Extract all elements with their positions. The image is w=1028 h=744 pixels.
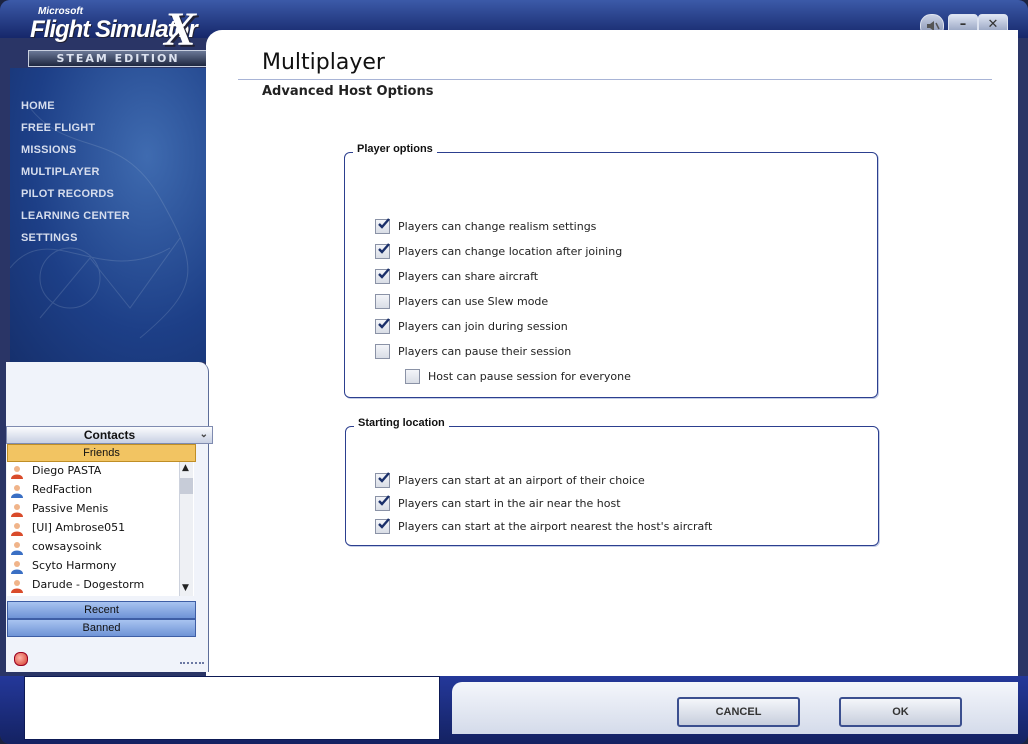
checkbox[interactable]	[375, 242, 390, 259]
checkbox[interactable]	[405, 368, 420, 384]
friends-list: Diego PASTA RedFaction Passive Menis [UI…	[7, 462, 194, 596]
friend-name: Scyto Harmony	[32, 559, 117, 572]
option-label: Players can pause their session	[398, 344, 572, 358]
checkbox[interactable]	[375, 293, 390, 309]
status-dot-icon[interactable]	[14, 652, 28, 666]
checkbox[interactable]	[375, 343, 390, 359]
player-options-label: Player options	[353, 143, 437, 155]
user-avatar-icon	[10, 521, 24, 536]
list-item[interactable]: [UI] Ambrose051	[7, 519, 179, 538]
nav-item-missions[interactable]: MISSIONS	[21, 144, 76, 156]
user-avatar-icon	[10, 483, 24, 498]
checkbox[interactable]	[375, 317, 390, 334]
option-label: Players can change location after joinin…	[398, 244, 623, 258]
option-share-aircraft[interactable]: Players can share aircraft	[375, 267, 538, 285]
checkbox[interactable]	[375, 471, 390, 488]
option-start-airport-choice[interactable]: Players can start at an airport of their…	[375, 471, 645, 489]
option-label: Players can use Slew mode	[398, 294, 549, 308]
option-start-nearest-airport[interactable]: Players can start at the airport nearest…	[375, 517, 712, 535]
nav-item-settings[interactable]: SETTINGS	[21, 232, 78, 244]
option-label: Players can share aircraft	[398, 269, 539, 283]
resize-grip-icon[interactable]	[180, 662, 204, 667]
list-item[interactable]: Darude - Dogestorm	[7, 576, 179, 595]
checkmark-icon	[378, 242, 390, 254]
user-avatar-icon	[10, 540, 24, 555]
option-label: Players can start in the air near the ho…	[398, 496, 621, 510]
user-avatar-icon	[10, 502, 24, 517]
logo-x: X	[164, 3, 197, 56]
friend-name: cowsaysoink	[32, 540, 102, 553]
option-label: Players can change realism settings	[398, 219, 597, 233]
option-label: Host can pause session for everyone	[428, 369, 631, 383]
option-change-location[interactable]: Players can change location after joinin…	[375, 242, 622, 260]
list-item[interactable]: cowsaysoink	[7, 538, 179, 557]
nav-item-pilot-records[interactable]: PILOT RECORDS	[21, 188, 114, 200]
nav-item-home[interactable]: HOME	[21, 100, 55, 112]
title-divider	[238, 79, 992, 80]
ok-button[interactable]: OK	[839, 697, 962, 727]
list-item[interactable]: Passive Menis	[7, 500, 179, 519]
checkbox[interactable]	[375, 517, 390, 534]
friend-name: [UI] Ambrose051	[32, 521, 126, 534]
status-box	[24, 676, 440, 740]
user-avatar-icon	[10, 559, 24, 574]
friend-name: Diego PASTA	[32, 464, 102, 477]
option-join-during-session[interactable]: Players can join during session	[375, 317, 568, 335]
scroll-down-icon[interactable]: ▼	[182, 583, 189, 593]
scroll-thumb[interactable]	[180, 478, 193, 494]
list-item[interactable]: RedFaction	[7, 481, 179, 500]
cancel-button[interactable]: CANCEL	[677, 697, 800, 727]
checkbox[interactable]	[375, 494, 390, 511]
chevron-down-icon[interactable]: ⌄	[200, 427, 208, 443]
checkmark-icon	[378, 494, 390, 506]
user-avatar-icon	[10, 464, 24, 479]
friend-name: RedFaction	[32, 483, 93, 496]
option-start-in-air[interactable]: Players can start in the air near the ho…	[375, 494, 621, 512]
checkbox[interactable]	[375, 267, 390, 284]
option-slew-mode[interactable]: Players can use Slew mode	[375, 292, 548, 310]
friends-scrollbar[interactable]: ▲ ▼	[179, 462, 193, 596]
nav-item-learning-center[interactable]: LEARNING CENTER	[21, 210, 130, 222]
option-pause-session[interactable]: Players can pause their session	[375, 342, 571, 360]
option-label: Players can start at an airport of their…	[398, 473, 645, 487]
checkmark-icon	[378, 517, 390, 529]
list-item[interactable]: Diego PASTA	[7, 462, 179, 481]
starting-location-label: Starting location	[354, 417, 449, 429]
recent-tab[interactable]: Recent	[7, 601, 196, 619]
page-title: Multiplayer	[262, 50, 385, 75]
friend-name: Darude - Dogestorm	[32, 578, 145, 591]
page-subtitle: Advanced Host Options	[262, 84, 434, 99]
nav-item-free-flight[interactable]: FREE FLIGHT	[21, 122, 95, 134]
contacts-panel: Contacts ⌄ Friends Diego PASTA RedFactio…	[6, 362, 213, 672]
contacts-title: Contacts	[83, 428, 136, 442]
friends-tab[interactable]: Friends	[7, 444, 196, 462]
checkmark-icon	[378, 217, 390, 229]
user-avatar-icon	[10, 578, 24, 593]
app-window: Microsoft Flight Simulator X STEAM EDITI…	[0, 0, 1028, 744]
logo-edition: STEAM EDITION	[28, 50, 208, 67]
checkmark-icon	[378, 267, 390, 279]
option-change-realism[interactable]: Players can change realism settings	[375, 217, 596, 235]
scroll-up-icon[interactable]: ▲	[182, 463, 189, 473]
banned-tab[interactable]: Banned	[7, 619, 196, 637]
option-host-pause-everyone[interactable]: Host can pause session for everyone	[405, 367, 631, 385]
app-logo: Microsoft Flight Simulator X STEAM EDITI…	[10, 3, 210, 68]
checkmark-icon	[378, 471, 390, 483]
friend-name: Passive Menis	[32, 502, 109, 515]
checkbox[interactable]	[375, 217, 390, 234]
option-label: Players can start at the airport nearest…	[398, 519, 713, 533]
option-label: Players can join during session	[398, 319, 568, 333]
list-item[interactable]: Scyto Harmony	[7, 557, 179, 576]
checkmark-icon	[378, 317, 390, 329]
nav-item-multiplayer[interactable]: MULTIPLAYER	[21, 166, 100, 178]
contacts-header[interactable]: Contacts ⌄	[6, 426, 213, 444]
